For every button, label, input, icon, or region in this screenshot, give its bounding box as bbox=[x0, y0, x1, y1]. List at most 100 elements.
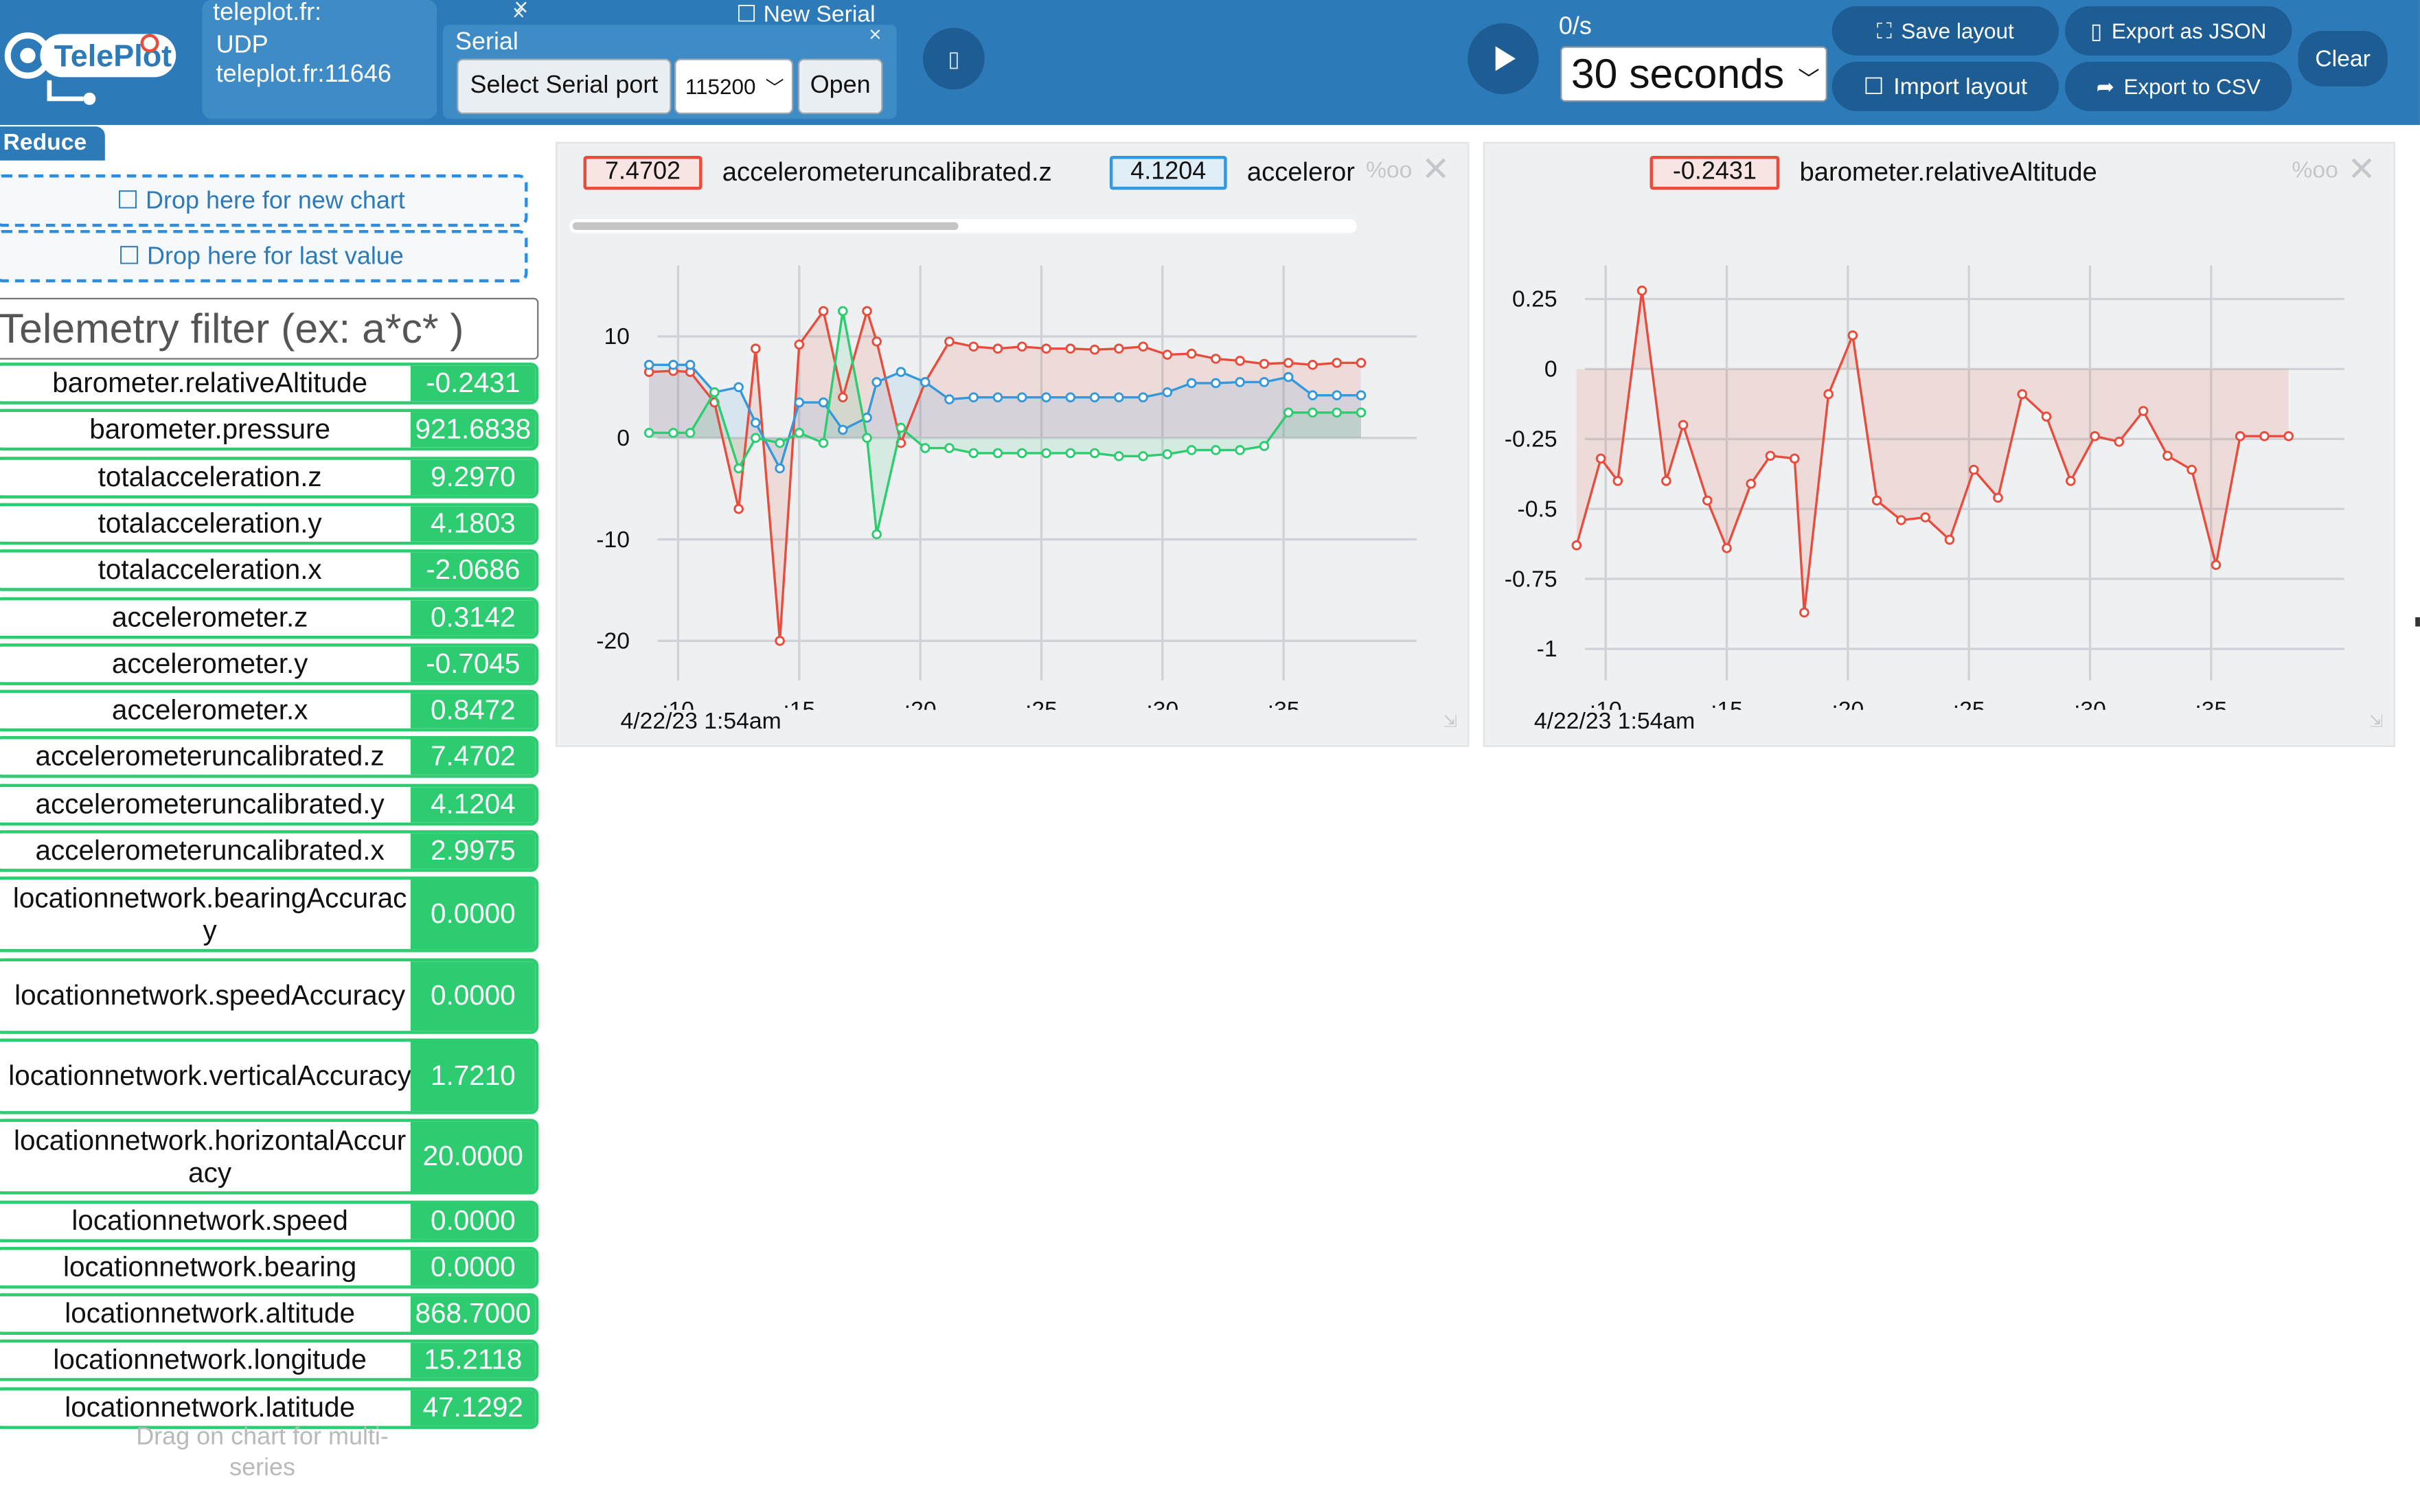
data-point bbox=[1871, 495, 1882, 506]
logo-text: TelePlot bbox=[54, 38, 172, 73]
telemetry-value: 4.1803 bbox=[410, 505, 536, 542]
udp-address: teleplot.fr:11646 bbox=[216, 61, 391, 89]
telemetry-row[interactable]: barometer.relativeAltitude -0.2431 bbox=[0, 363, 539, 404]
data-point bbox=[1138, 451, 1148, 461]
x-tick-label: :30 bbox=[1146, 697, 1178, 710]
telemetry-row[interactable]: totalacceleration.x -2.0686 bbox=[0, 549, 539, 592]
clear-button[interactable]: Clear bbox=[2298, 30, 2388, 87]
data-point bbox=[968, 392, 979, 402]
close-chart-icon[interactable]: ✕ bbox=[2347, 150, 2375, 190]
time-window-select[interactable]: 30 seconds ﹀ bbox=[1560, 46, 1827, 102]
x-tick-label: :25 bbox=[1025, 697, 1058, 710]
legend-value-accel-y[interactable]: 4.1204 bbox=[1109, 155, 1227, 190]
legend-value-accel-z[interactable]: 7.4702 bbox=[583, 155, 703, 190]
data-point bbox=[1211, 378, 1221, 389]
baud-rate-value: 115200 bbox=[685, 73, 756, 99]
save-layout-button[interactable]: ⛶ Save layout bbox=[1831, 5, 2059, 56]
y-tick-label: -20 bbox=[596, 628, 630, 654]
baud-rate-select[interactable]: 115200 ﹀ bbox=[674, 58, 794, 115]
telemetry-value: 9.2970 bbox=[410, 459, 536, 495]
telemetry-row[interactable]: locationnetwork.verticalAccuracy 1.7210 bbox=[0, 1038, 539, 1114]
export-json-button[interactable]: ▯ Export as JSON bbox=[2065, 5, 2292, 56]
new-serial-button[interactable]: ☐ New Serial bbox=[736, 0, 876, 27]
data-point bbox=[1235, 356, 1245, 366]
telemetry-row[interactable]: accelerometer.z 0.3142 bbox=[0, 596, 539, 639]
telemetry-value: 15.2118 bbox=[410, 1343, 536, 1379]
barometer-line-chart[interactable]: :10:15:20:25:30:350.250-0.25-0.5-0.75-1 bbox=[1483, 247, 2395, 710]
data-point bbox=[643, 360, 654, 370]
select-serial-port-button[interactable]: Select Serial port bbox=[457, 58, 672, 115]
data-point bbox=[1162, 350, 1173, 360]
y-tick-label: -1 bbox=[1537, 636, 1557, 662]
telemetry-row[interactable]: locationnetwork.altitude 868.7000 bbox=[0, 1293, 539, 1336]
data-point bbox=[837, 306, 848, 317]
legend-name-altitude[interactable]: barometer.relativeAltitude bbox=[1799, 157, 2097, 188]
data-point bbox=[818, 306, 829, 317]
drop-last-value-zone[interactable]: ☐ Drop here for last value bbox=[0, 229, 528, 283]
legend-scrollbar[interactable] bbox=[569, 219, 1357, 233]
drop-new-chart-zone[interactable]: ☐ Drop here for new chart bbox=[0, 174, 528, 227]
telemetry-row[interactable]: locationnetwork.speed 0.0000 bbox=[0, 1200, 539, 1242]
scrollbar-thumb[interactable] bbox=[572, 222, 959, 230]
data-point bbox=[1041, 392, 1051, 402]
top-bar: TelePlot teleplot.fr: × UDP teleplot.fr:… bbox=[0, 0, 2420, 126]
import-layout-button[interactable]: ☐ Import layout bbox=[1831, 61, 2059, 111]
data-point bbox=[1186, 378, 1197, 389]
percent-toggle-icon[interactable]: %oo bbox=[2292, 157, 2338, 183]
telemetry-row[interactable]: locationnetwork.longitude 15.2118 bbox=[0, 1340, 539, 1382]
telemetry-row[interactable]: locationnetwork.horizontalAccuracy 20.000… bbox=[0, 1119, 539, 1195]
data-point bbox=[944, 443, 955, 453]
settings-toggle-button[interactable]: ▯ bbox=[922, 27, 985, 90]
reduce-button[interactable]: Reduce bbox=[0, 126, 105, 161]
telemetry-name: barometer.relativeAltitude bbox=[52, 367, 367, 398]
data-point bbox=[818, 437, 829, 448]
telemetry-name: accelerometeruncalibrated.y bbox=[35, 788, 385, 819]
resize-handle-icon[interactable]: ⇲ bbox=[2369, 711, 2384, 731]
data-point bbox=[1283, 358, 1294, 368]
serial-close-icon[interactable]: × bbox=[869, 21, 881, 46]
data-point bbox=[2259, 431, 2270, 442]
telemetry-value: 47.1292 bbox=[410, 1390, 536, 1425]
percent-toggle-icon[interactable]: %oo bbox=[1366, 157, 1412, 183]
telemetry-row[interactable]: accelerometer.x 0.8472 bbox=[0, 689, 539, 732]
data-point bbox=[733, 463, 744, 474]
telemetry-row[interactable]: accelerometeruncalibrated.y 4.1204 bbox=[0, 783, 539, 825]
legend-name-accel-z[interactable]: accelerometeruncalibrated.z bbox=[722, 157, 1052, 188]
open-serial-button[interactable]: Open bbox=[797, 58, 883, 115]
telemetry-row[interactable]: accelerometeruncalibrated.z 7.4702 bbox=[0, 736, 539, 779]
data-point bbox=[1089, 344, 1100, 355]
share-icon: ➦ bbox=[2096, 73, 2114, 98]
telemetry-filter-input[interactable]: Telemetry filter (ex: a*c* ) bbox=[0, 297, 539, 360]
data-point bbox=[794, 339, 805, 350]
telemetry-row[interactable]: locationnetwork.bearingAccuracy 0.0000 bbox=[0, 877, 539, 953]
play-button[interactable] bbox=[1468, 23, 1539, 95]
telemetry-value: 2.9975 bbox=[410, 833, 536, 869]
data-point bbox=[920, 377, 931, 387]
data-point bbox=[1799, 607, 1810, 618]
data-point bbox=[1162, 449, 1173, 459]
udp-close-icon[interactable]: × bbox=[514, 0, 528, 23]
telemetry-row[interactable]: accelerometeruncalibrated.x 2.9975 bbox=[0, 830, 539, 872]
data-point bbox=[2017, 389, 2028, 400]
telemetry-name: locationnetwork.speed bbox=[71, 1204, 348, 1236]
export-csv-button[interactable]: ➦ Export to CSV bbox=[2065, 61, 2292, 111]
teleplot-logo[interactable]: TelePlot bbox=[3, 12, 188, 108]
telemetry-row[interactable]: accelerometer.y -0.7045 bbox=[0, 643, 539, 685]
telemetry-row[interactable]: totalacceleration.z 9.2970 bbox=[0, 456, 539, 498]
square-icon: ▯ bbox=[948, 45, 960, 71]
telemetry-name: accelerometer.z bbox=[111, 601, 308, 632]
telemetry-row[interactable]: totalacceleration.y 4.1803 bbox=[0, 503, 539, 545]
data-point bbox=[1789, 453, 1800, 464]
import-layout-label: Import layout bbox=[1893, 73, 2028, 100]
telemetry-row[interactable]: barometer.pressure 921.6838 bbox=[0, 409, 539, 451]
telemetry-row[interactable]: locationnetwork.bearing 0.0000 bbox=[0, 1246, 539, 1289]
data-point bbox=[1661, 476, 1671, 486]
data-point bbox=[1896, 515, 1906, 525]
data-point bbox=[1089, 392, 1100, 402]
legend-name-accel-y[interactable]: acceleror bbox=[1247, 157, 1358, 188]
legend-value-altitude[interactable]: -0.2431 bbox=[1650, 155, 1780, 190]
accelerometer-line-chart[interactable]: :10:15:20:25:30:35100-10-20 bbox=[556, 247, 1469, 710]
telemetry-row[interactable]: locationnetwork.speedAccuracy 0.0000 bbox=[0, 957, 539, 1033]
close-chart-icon[interactable]: ✕ bbox=[1422, 150, 1450, 190]
resize-handle-icon[interactable]: ⇲ bbox=[1443, 711, 1457, 731]
